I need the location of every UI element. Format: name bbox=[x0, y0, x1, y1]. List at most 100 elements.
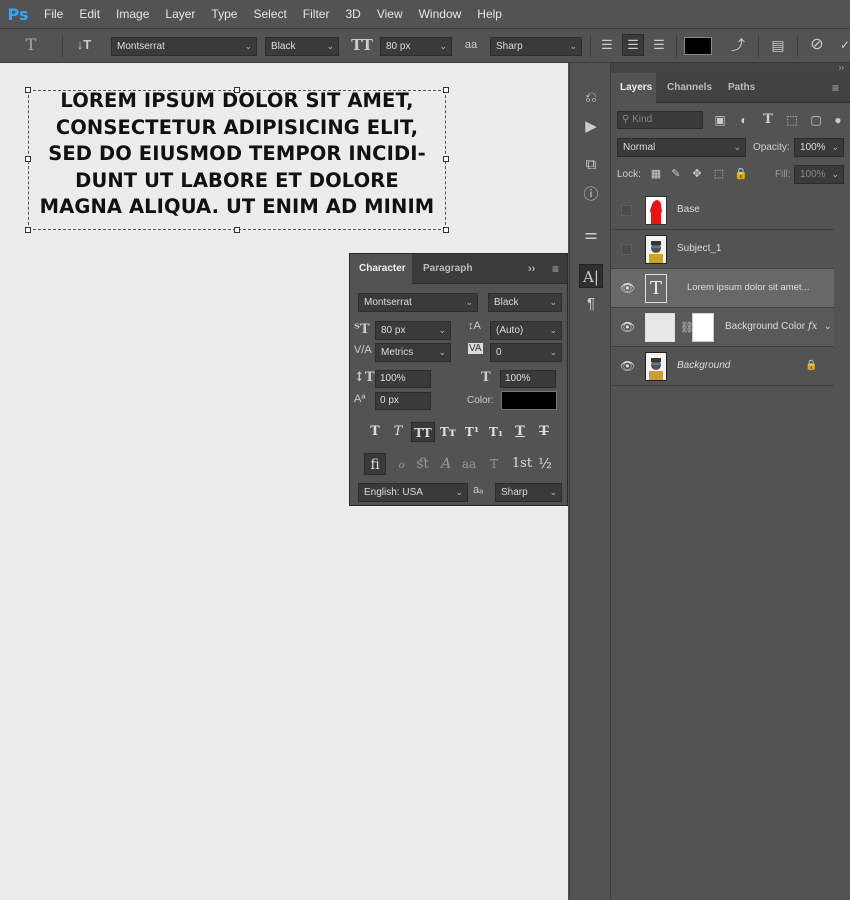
menu-3d[interactable]: 3D bbox=[337, 0, 368, 28]
properties-icon[interactable]: ⚌ bbox=[579, 223, 603, 247]
eye-icon[interactable]: 👁 bbox=[620, 359, 635, 373]
ligatures-icon[interactable]: ﬁ bbox=[364, 453, 386, 475]
faux-bold-icon[interactable]: T bbox=[365, 422, 385, 442]
char-font-size-select[interactable]: 80 px ⌄ bbox=[375, 321, 451, 340]
libraries-icon[interactable]: ⧉ bbox=[579, 153, 603, 177]
opacity-field[interactable]: 100% ⌄ bbox=[794, 138, 844, 157]
subscript-icon[interactable]: T₁ bbox=[486, 422, 506, 442]
eye-icon[interactable]: 👁 bbox=[620, 320, 635, 334]
menu-filter[interactable]: Filter bbox=[295, 0, 338, 28]
tab-layers[interactable]: Layers bbox=[611, 73, 656, 103]
faux-italic-icon[interactable]: T bbox=[388, 422, 408, 442]
collapse-panels-icon[interactable]: ›› bbox=[611, 63, 850, 73]
char-font-style-select[interactable]: Black ⌄ bbox=[488, 293, 562, 312]
menu-select[interactable]: Select bbox=[245, 0, 294, 28]
filter-shape-icon[interactable]: ⬚ bbox=[783, 110, 801, 130]
tab-paragraph[interactable]: Paragraph bbox=[423, 254, 472, 284]
layer-row-subject[interactable]: Subject_1 bbox=[611, 230, 834, 269]
layer-row-text[interactable]: 👁 T Lorem ipsum dolor sit amet... bbox=[611, 269, 834, 308]
type-tool-icon[interactable]: T bbox=[20, 35, 42, 55]
filter-toggle-icon[interactable]: ● bbox=[829, 110, 847, 130]
char-antialias-select[interactable]: Sharp ⌄ bbox=[495, 483, 562, 502]
lock-position-icon[interactable]: ✥ bbox=[689, 164, 705, 184]
align-left-icon[interactable]: ☰ bbox=[597, 35, 617, 55]
swash-icon[interactable]: A bbox=[435, 453, 457, 475]
filter-pixel-icon[interactable]: ▣ bbox=[711, 110, 729, 130]
commit-icon[interactable]: ✓ bbox=[838, 35, 850, 55]
panel-menu-icon[interactable]: ≡ bbox=[552, 254, 559, 284]
eye-icon[interactable]: 👁 bbox=[620, 281, 635, 295]
font-size-select[interactable]: 80 px ⌄ bbox=[380, 37, 452, 56]
strikethrough-icon[interactable]: T bbox=[534, 422, 554, 442]
resize-handle-bl[interactable] bbox=[25, 227, 31, 233]
all-caps-icon[interactable]: TT bbox=[411, 422, 435, 442]
resize-handle-b[interactable] bbox=[234, 227, 240, 233]
lock-artboard-icon[interactable]: ⬚ bbox=[711, 164, 727, 184]
filter-type-icon[interactable]: T bbox=[759, 110, 777, 130]
lock-all-icon[interactable]: 🔒 bbox=[733, 164, 749, 184]
resize-handle-br[interactable] bbox=[443, 227, 449, 233]
align-center-icon[interactable]: ☰ bbox=[622, 34, 644, 56]
kerning-select[interactable]: Metrics ⌄ bbox=[375, 343, 451, 362]
font-family-select[interactable]: Montserrat ⌄ bbox=[111, 37, 257, 56]
tab-character[interactable]: Character bbox=[350, 254, 412, 284]
chevron-down-icon[interactable]: ⌄ bbox=[824, 321, 832, 332]
visibility-toggle[interactable] bbox=[621, 244, 632, 255]
antialias-select[interactable]: Sharp ⌄ bbox=[490, 37, 582, 56]
filter-smart-object-icon[interactable]: ▢ bbox=[807, 110, 825, 130]
menu-view[interactable]: View bbox=[369, 0, 411, 28]
filter-adjustment-icon[interactable]: ◐ bbox=[735, 110, 753, 130]
font-style-select[interactable]: Black ⌄ bbox=[265, 37, 339, 56]
layers-menu-icon[interactable]: ≡ bbox=[832, 73, 839, 103]
small-caps-icon[interactable]: Tᴛ bbox=[438, 422, 458, 442]
leading-select[interactable]: (Auto) ⌄ bbox=[490, 321, 562, 340]
paragraph-panel-icon[interactable]: ¶ bbox=[579, 292, 603, 316]
blend-mode-select[interactable]: Normal ⌄ bbox=[617, 138, 746, 157]
warp-text-icon[interactable]: ⤴ bbox=[727, 35, 749, 55]
visibility-toggle[interactable] bbox=[621, 205, 632, 216]
underline-icon[interactable]: T bbox=[510, 422, 530, 442]
tracking-select[interactable]: 0 ⌄ bbox=[490, 343, 562, 362]
vertical-scale-field[interactable]: 100% bbox=[375, 370, 431, 388]
char-font-family-select[interactable]: Montserrat ⌄ bbox=[358, 293, 478, 312]
titling-alternates-icon[interactable]: T bbox=[483, 453, 505, 475]
baseline-shift-field[interactable]: 0 px bbox=[375, 392, 431, 410]
menu-help[interactable]: Help bbox=[469, 0, 510, 28]
menu-type[interactable]: Type bbox=[203, 0, 245, 28]
tab-paths[interactable]: Paths bbox=[728, 73, 755, 103]
actions-play-icon[interactable]: ▶ bbox=[579, 115, 603, 139]
tab-channels[interactable]: Channels bbox=[667, 73, 712, 103]
canvas-text-layer[interactable]: LOREM IPSUM DOLOR SIT AMET, CONSECTETUR … bbox=[28, 88, 446, 221]
collapse-panel-icon[interactable]: ›› bbox=[528, 254, 535, 284]
stylistic-alternates-icon[interactable]: aa bbox=[458, 453, 480, 475]
cancel-icon[interactable]: ⊘ bbox=[806, 35, 828, 55]
text-color-swatch[interactable] bbox=[684, 37, 712, 55]
layer-row-base[interactable]: Base bbox=[611, 191, 834, 230]
menu-image[interactable]: Image bbox=[108, 0, 157, 28]
character-panel-icon[interactable]: A| bbox=[579, 264, 603, 288]
lock-image-icon[interactable]: ✎ bbox=[668, 164, 684, 184]
filter-kind-select[interactable]: ⚲ Kind bbox=[617, 111, 703, 129]
layer-row-background-color[interactable]: 👁 ⛓ Background Color fx ⌄ bbox=[611, 308, 834, 347]
history-icon[interactable]: ⎌ bbox=[579, 86, 603, 110]
align-right-icon[interactable]: ☰ bbox=[649, 35, 669, 55]
menu-file[interactable]: File bbox=[36, 0, 71, 28]
info-icon[interactable]: ⓘ bbox=[579, 183, 603, 207]
panels-toggle-icon[interactable]: ▤ bbox=[767, 35, 789, 55]
lock-transparent-icon[interactable]: ▦ bbox=[648, 164, 664, 184]
fill-field[interactable]: 100% ⌄ bbox=[794, 165, 844, 184]
ordinals-icon[interactable]: 1st bbox=[508, 453, 536, 475]
horizontal-scale-field[interactable]: 100% bbox=[500, 370, 556, 388]
contextual-alternates-icon[interactable]: ℴ bbox=[390, 453, 412, 475]
discretionary-ligatures-icon[interactable]: ﬆ bbox=[412, 453, 434, 475]
superscript-icon[interactable]: T¹ bbox=[462, 422, 482, 442]
language-select[interactable]: English: USA ⌄ bbox=[358, 483, 468, 502]
menu-layer[interactable]: Layer bbox=[157, 0, 203, 28]
menu-window[interactable]: Window bbox=[411, 0, 470, 28]
fx-badge[interactable]: fx bbox=[808, 321, 817, 332]
fractions-icon[interactable]: ½ bbox=[534, 453, 556, 475]
layer-row-background[interactable]: 👁 Background 🔒 bbox=[611, 347, 834, 386]
toggle-orientation-icon[interactable]: ↓T bbox=[73, 35, 95, 55]
char-color-swatch[interactable] bbox=[501, 391, 557, 410]
menu-edit[interactable]: Edit bbox=[71, 0, 108, 28]
